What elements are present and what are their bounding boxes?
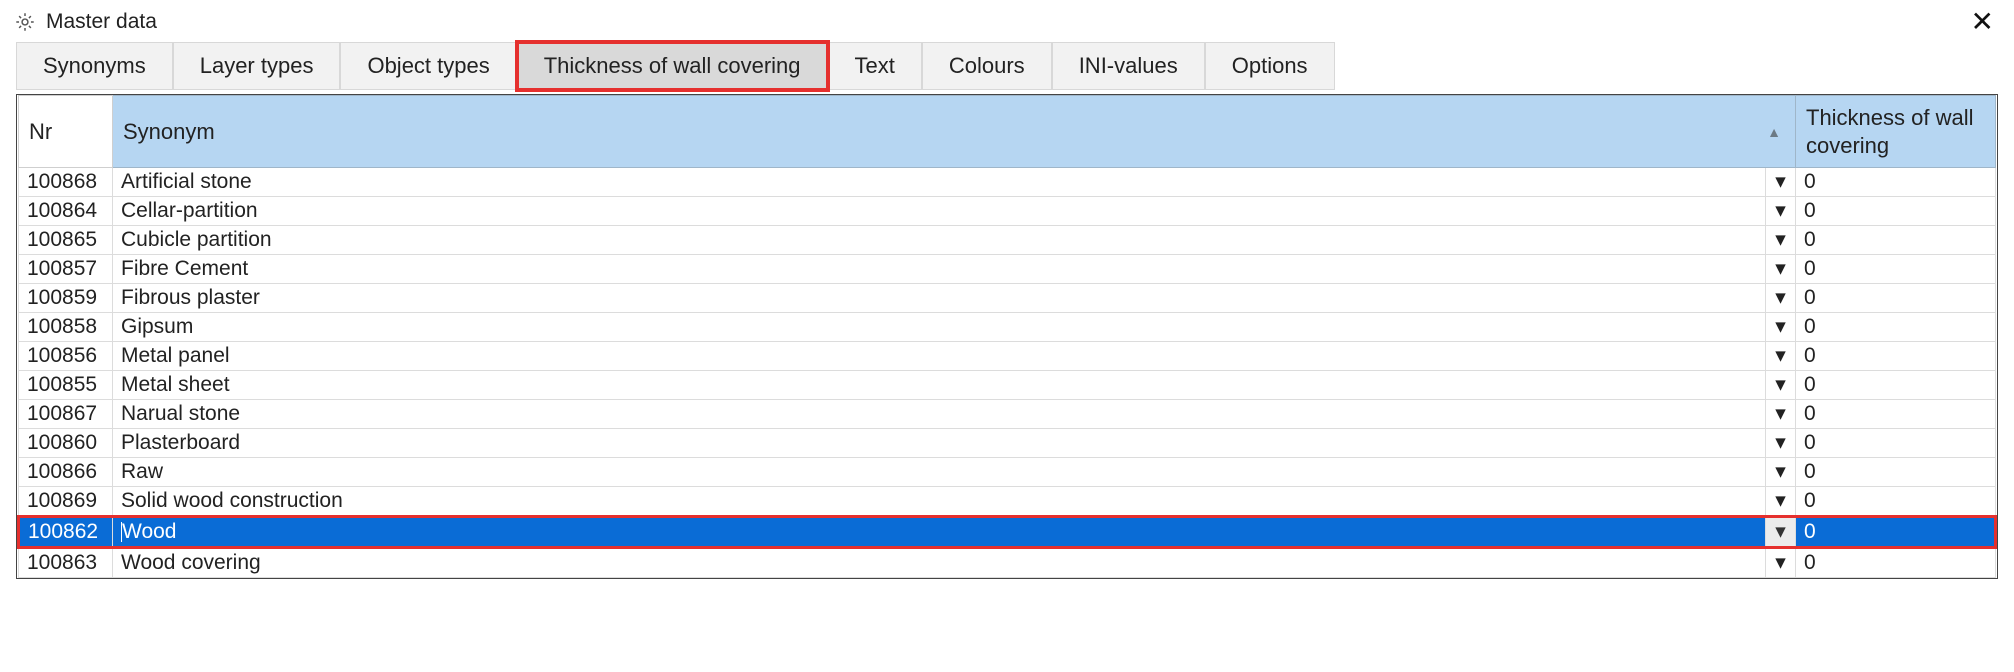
table-row[interactable]: 100862Wood▾0 [19, 517, 1996, 548]
cell-nr[interactable]: 100865 [19, 226, 113, 255]
cell-nr[interactable]: 100863 [19, 548, 113, 578]
cell-nr[interactable]: 100867 [19, 400, 113, 429]
cell-synonym[interactable]: Fibre Cement [113, 255, 1766, 284]
table-row[interactable]: 100859Fibrous plaster▾0 [19, 284, 1996, 313]
cell-thickness[interactable]: 0 [1796, 197, 1996, 226]
cell-nr[interactable]: 100857 [19, 255, 113, 284]
cell-thickness[interactable]: 0 [1796, 517, 1996, 548]
table-row[interactable]: 100866Raw▾0 [19, 458, 1996, 487]
gear-icon [14, 11, 36, 33]
table-row[interactable]: 100865Cubicle partition▾0 [19, 226, 1996, 255]
dropdown-icon[interactable]: ▾ [1766, 284, 1796, 313]
tab-bar: SynonymsLayer typesObject typesThickness… [0, 42, 2014, 90]
cell-nr[interactable]: 100855 [19, 371, 113, 400]
cell-nr[interactable]: 100856 [19, 342, 113, 371]
table-row[interactable]: 100858Gipsum▾0 [19, 313, 1996, 342]
cell-synonym[interactable]: Raw [113, 458, 1766, 487]
table-row[interactable]: 100867Narual stone▾0 [19, 400, 1996, 429]
cell-synonym[interactable]: Cellar-partition [113, 197, 1766, 226]
cell-nr[interactable]: 100868 [19, 168, 113, 197]
table-row[interactable]: 100864Cellar-partition▾0 [19, 197, 1996, 226]
cell-synonym[interactable]: Gipsum [113, 313, 1766, 342]
dropdown-icon[interactable]: ▾ [1766, 342, 1796, 371]
cell-thickness[interactable]: 0 [1796, 548, 1996, 578]
cell-synonym[interactable]: Artificial stone [113, 168, 1766, 197]
column-header-synonym-label: Synonym [123, 119, 215, 144]
cell-nr[interactable]: 100862 [19, 517, 113, 548]
tab-layer-types[interactable]: Layer types [173, 42, 341, 90]
cell-thickness[interactable]: 0 [1796, 168, 1996, 197]
dropdown-icon[interactable]: ▾ [1766, 197, 1796, 226]
table-row[interactable]: 100868Artificial stone▾0 [19, 168, 1996, 197]
tab-synonyms[interactable]: Synonyms [16, 42, 173, 90]
cell-thickness[interactable]: 0 [1796, 284, 1996, 313]
dropdown-icon[interactable]: ▾ [1766, 458, 1796, 487]
tab-colours[interactable]: Colours [922, 42, 1052, 90]
dropdown-icon[interactable]: ▾ [1766, 487, 1796, 517]
tab-options[interactable]: Options [1205, 42, 1335, 90]
cell-thickness[interactable]: 0 [1796, 458, 1996, 487]
cell-synonym[interactable]: Metal sheet [113, 371, 1766, 400]
cell-synonym[interactable]: Plasterboard [113, 429, 1766, 458]
cell-thickness[interactable]: 0 [1796, 342, 1996, 371]
cell-synonym[interactable]: Metal panel [113, 342, 1766, 371]
cell-synonym[interactable]: Solid wood construction [113, 487, 1766, 517]
tab-object-types[interactable]: Object types [340, 42, 516, 90]
dropdown-icon[interactable]: ▾ [1766, 548, 1796, 578]
dropdown-icon[interactable]: ▾ [1766, 371, 1796, 400]
dropdown-icon[interactable]: ▾ [1766, 313, 1796, 342]
cell-nr[interactable]: 100858 [19, 313, 113, 342]
window-titlebar: Master data ✕ [0, 0, 2014, 42]
cell-synonym[interactable]: Wood [113, 517, 1766, 548]
column-header-nr[interactable]: Nr [19, 96, 113, 168]
cell-thickness[interactable]: 0 [1796, 429, 1996, 458]
close-icon[interactable]: ✕ [1965, 8, 2000, 36]
column-header-thickness[interactable]: Thickness of wall covering [1796, 96, 1996, 168]
sort-ascending-icon: ▲ [1767, 124, 1781, 140]
cell-nr[interactable]: 100859 [19, 284, 113, 313]
cell-nr[interactable]: 100864 [19, 197, 113, 226]
cell-synonym[interactable]: Narual stone [113, 400, 1766, 429]
dropdown-icon[interactable]: ▾ [1766, 226, 1796, 255]
dropdown-icon[interactable]: ▾ [1766, 400, 1796, 429]
cell-synonym[interactable]: Fibrous plaster [113, 284, 1766, 313]
cell-thickness[interactable]: 0 [1796, 371, 1996, 400]
table-row[interactable]: 100863Wood covering▾0 [19, 548, 1996, 578]
table-row[interactable]: 100860Plasterboard▾0 [19, 429, 1996, 458]
cell-nr[interactable]: 100860 [19, 429, 113, 458]
cell-thickness[interactable]: 0 [1796, 255, 1996, 284]
table-row[interactable]: 100857Fibre Cement▾0 [19, 255, 1996, 284]
cell-nr[interactable]: 100869 [19, 487, 113, 517]
cell-nr[interactable]: 100866 [19, 458, 113, 487]
cell-thickness[interactable]: 0 [1796, 226, 1996, 255]
data-grid: Nr Synonym ▲ Thickness of wall covering … [16, 94, 1998, 579]
dropdown-icon[interactable]: ▾ [1766, 429, 1796, 458]
dropdown-icon[interactable]: ▾ [1766, 255, 1796, 284]
tab-thickness-of-wall-covering[interactable]: Thickness of wall covering [517, 42, 828, 90]
table-row[interactable]: 100869Solid wood construction▾0 [19, 487, 1996, 517]
window-title: Master data [46, 10, 157, 34]
dropdown-icon[interactable]: ▾ [1766, 517, 1796, 548]
table-row[interactable]: 100855Metal sheet▾0 [19, 371, 1996, 400]
cell-thickness[interactable]: 0 [1796, 400, 1996, 429]
cell-synonym[interactable]: Wood covering [113, 548, 1766, 578]
tab-text[interactable]: Text [828, 42, 922, 90]
cell-synonym[interactable]: Cubicle partition [113, 226, 1766, 255]
tab-ini-values[interactable]: INI-values [1052, 42, 1205, 90]
cell-thickness[interactable]: 0 [1796, 313, 1996, 342]
column-header-synonym[interactable]: Synonym ▲ [113, 96, 1796, 168]
cell-thickness[interactable]: 0 [1796, 487, 1996, 517]
dropdown-icon[interactable]: ▾ [1766, 168, 1796, 197]
table-row[interactable]: 100856Metal panel▾0 [19, 342, 1996, 371]
